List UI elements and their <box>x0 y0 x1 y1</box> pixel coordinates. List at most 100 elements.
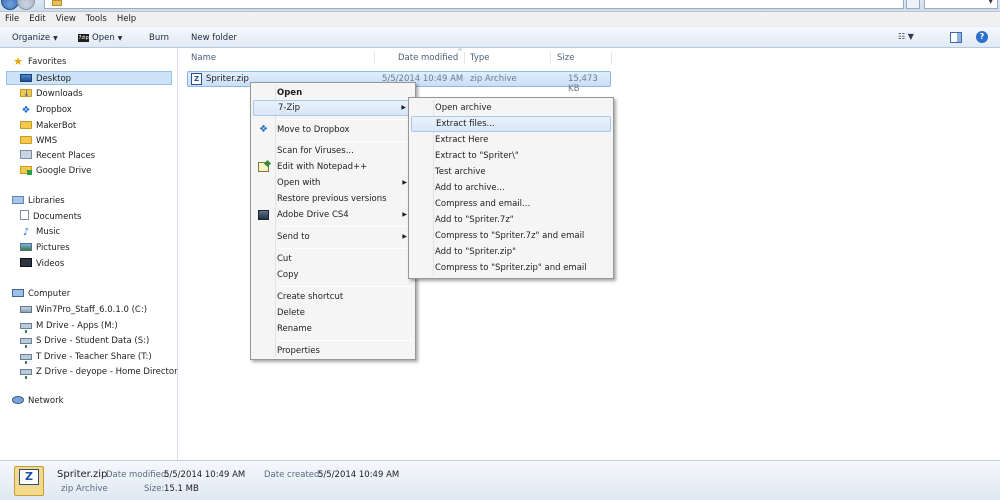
menu-item-open-with[interactable]: Open with ▶ <box>253 175 413 191</box>
open-button[interactable]: 7zip Open ▼ <box>78 32 122 45</box>
submenu-item-extract-to-folder[interactable]: Extract to "Spriter\" <box>411 148 611 164</box>
menu-item-restore-previous-versions[interactable]: Restore previous versions <box>253 191 413 207</box>
network-drive-icon <box>20 354 32 364</box>
nav-drive-m[interactable]: M Drive - Apps (M:) <box>20 319 118 333</box>
menu-help[interactable]: Help <box>112 12 141 25</box>
nav-drive-t[interactable]: T Drive - Teacher Share (T:) <box>20 350 152 364</box>
nav-music[interactable]: ♪ Music <box>20 225 60 239</box>
menu-view[interactable]: View <box>51 12 81 25</box>
nav-drive-s[interactable]: S Drive - Student Data (S:) <box>20 334 149 348</box>
submenu-item-test-archive[interactable]: Test archive <box>411 164 611 180</box>
submenu-item-open-archive[interactable]: Open archive <box>411 100 611 116</box>
menu-item-scan-for-viruses[interactable]: Scan for Viruses... <box>253 143 413 159</box>
menu-edit[interactable]: Edit <box>24 12 50 25</box>
submenu-item-compress-7z-email[interactable]: Compress to "Spriter.7z" and email <box>411 228 611 244</box>
nav-network[interactable]: Network <box>12 394 64 408</box>
nav-dropbox[interactable]: ❖ Dropbox <box>20 103 72 117</box>
menu-separator <box>277 141 413 142</box>
open-label: Open <box>92 33 115 43</box>
menu-item-send-to[interactable]: Send to ▶ <box>253 229 413 245</box>
help-button[interactable]: ? <box>976 31 988 43</box>
desktop-icon <box>20 74 32 82</box>
preview-pane-button[interactable] <box>950 32 962 43</box>
submenu-item-extract-files[interactable]: Extract files... <box>411 116 611 132</box>
context-menu: Open 7-Zip ▶ ❖ Move to Dropbox Scan for Vi… <box>250 82 416 360</box>
notepad-icon <box>258 162 269 172</box>
nav-favorites[interactable]: ★ Favorites <box>12 55 66 69</box>
menu-item-label: Edit with Notepad++ <box>277 162 368 172</box>
column-divider <box>464 52 465 64</box>
menu-item-cut[interactable]: Cut <box>253 251 413 267</box>
details-date-modified: 5/5/2014 10:49 AM <box>164 470 246 480</box>
hard-drive-icon <box>20 306 32 313</box>
details-file-name: Spriter.zip <box>57 469 108 480</box>
address-bar[interactable] <box>44 0 904 9</box>
column-header-size[interactable]: Size <box>557 53 574 63</box>
navigation-pane: ★ Favorites Desktop Downloads ❖ Dropbox Ma… <box>0 48 178 460</box>
music-icon: ♪ <box>22 227 30 238</box>
search-input[interactable]: ▼ <box>924 0 998 9</box>
menu-item-open[interactable]: Open <box>253 85 413 101</box>
computer-icon <box>12 289 24 297</box>
nav-label: Documents <box>33 212 82 222</box>
network-icon <box>12 396 24 404</box>
menu-item-7zip[interactable]: 7-Zip ▶ <box>253 100 413 116</box>
column-divider <box>550 52 551 64</box>
nav-label: WMS <box>36 136 58 146</box>
submenu-item-compress-zip-email[interactable]: Compress to "Spriter.zip" and email <box>411 260 611 276</box>
nav-computer[interactable]: Computer <box>12 287 70 301</box>
organize-button[interactable]: Organize ▼ <box>12 32 58 45</box>
submenu-item-extract-here[interactable]: Extract Here <box>411 132 611 148</box>
menu-item-rename[interactable]: Rename <box>253 321 413 337</box>
burn-button[interactable]: Burn <box>149 32 169 44</box>
nav-pictures[interactable]: Pictures <box>20 241 70 255</box>
nav-recent-places[interactable]: Recent Places <box>20 149 95 163</box>
libraries-icon <box>12 196 24 204</box>
submenu-item-compress-and-email[interactable]: Compress and email... <box>411 196 611 212</box>
details-type: zip Archive <box>61 484 108 494</box>
new-folder-button[interactable]: New folder <box>191 32 237 44</box>
7zip-icon: 7zip <box>78 34 89 42</box>
nav-label: Music <box>36 227 61 237</box>
submenu-arrow-icon: ▶ <box>402 233 407 240</box>
menu-item-adobe-drive[interactable]: Adobe Drive CS4 ▶ <box>253 207 413 223</box>
menu-item-properties[interactable]: Properties <box>253 343 413 359</box>
submenu-item-add-to-archive[interactable]: Add to archive... <box>411 180 611 196</box>
nav-videos[interactable]: Videos <box>20 257 64 271</box>
google-drive-icon <box>20 166 32 175</box>
menu-item-create-shortcut[interactable]: Create shortcut <box>253 289 413 305</box>
nav-label: Libraries <box>28 196 65 206</box>
menu-tools[interactable]: Tools <box>81 12 112 25</box>
menu-item-move-to-dropbox[interactable]: ❖ Move to Dropbox <box>253 122 413 138</box>
nav-drive-z[interactable]: Z Drive - deyope - Home Directory ( <box>20 365 177 379</box>
change-view-button[interactable]: ☷ ▼ <box>898 32 914 45</box>
network-drive-icon <box>20 323 32 333</box>
nav-libraries[interactable]: Libraries <box>12 194 65 208</box>
nav-drive-c[interactable]: Win7Pro_Staff_6.0.1.0 (C:) <box>20 303 147 317</box>
column-header-name[interactable]: Name <box>191 53 216 63</box>
nav-makerbot[interactable]: MakerBot <box>20 119 76 133</box>
nav-documents[interactable]: Documents <box>20 210 81 224</box>
nav-desktop[interactable]: Desktop <box>6 71 172 85</box>
folder-icon <box>20 136 32 144</box>
nav-label: Computer <box>28 289 71 299</box>
nav-label: Win7Pro_Staff_6.0.1.0 (C:) <box>36 305 148 315</box>
column-header-date-modified[interactable]: Date modified <box>398 53 458 63</box>
submenu-item-add-to-zip[interactable]: Add to "Spriter.zip" <box>411 244 611 260</box>
details-date-modified-label: Date modified: <box>106 470 170 480</box>
forward-button[interactable] <box>17 0 35 10</box>
refresh-button[interactable] <box>906 0 920 9</box>
file-name: Spriter.zip <box>206 74 249 84</box>
menu-item-edit-with-notepad[interactable]: Edit with Notepad++ <box>253 159 413 175</box>
details-size: 15.1 MB <box>164 484 199 494</box>
menu-file[interactable]: File <box>0 12 24 25</box>
nav-google-drive[interactable]: Google Drive <box>20 164 91 178</box>
menu-item-delete[interactable]: Delete <box>253 305 413 321</box>
zip-file-icon <box>14 466 44 496</box>
nav-downloads[interactable]: Downloads <box>20 87 83 101</box>
menu-item-copy[interactable]: Copy <box>253 267 413 283</box>
submenu-item-add-to-7z[interactable]: Add to "Spriter.7z" <box>411 212 611 228</box>
nav-wms[interactable]: WMS <box>20 134 57 148</box>
nav-label: M Drive - Apps (M:) <box>36 321 118 331</box>
column-header-type[interactable]: Type <box>470 53 490 63</box>
